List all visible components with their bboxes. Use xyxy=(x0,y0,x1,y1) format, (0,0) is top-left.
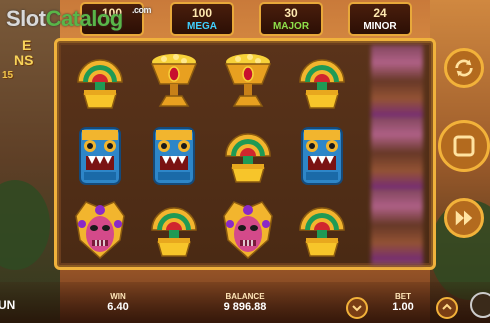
balance-display: BALANCE 9 896.88 xyxy=(205,292,285,313)
jackpot-mega: 100 MEGA xyxy=(170,2,234,36)
menu-button[interactable] xyxy=(470,292,490,318)
spinning-reel xyxy=(371,45,423,265)
balance-value: 9 896.88 xyxy=(223,301,267,313)
jackpot-minor: 24 MINOR xyxy=(348,2,412,36)
jackpot-major: 30 MAJOR xyxy=(259,2,323,36)
autoplay-button[interactable] xyxy=(444,48,484,88)
refresh-icon xyxy=(455,59,473,77)
green-fan-symbol xyxy=(215,121,281,191)
balance-label: BALANCE xyxy=(225,292,265,301)
jackpot-mega-value: 100 xyxy=(191,6,213,20)
game-title-line-3: 15 xyxy=(2,70,14,81)
chevron-up-icon xyxy=(442,303,452,310)
green-fan-symbol xyxy=(289,47,355,117)
bet-decrease-button[interactable] xyxy=(346,297,368,319)
jackpot-minor-value: 24 xyxy=(373,6,387,20)
win-value: 6.40 xyxy=(107,301,129,313)
watermark-part-2: Catalog xyxy=(45,6,124,31)
blue-mask-symbol xyxy=(141,121,207,191)
bet-value: 1.00 xyxy=(392,301,414,313)
blue-mask-symbol xyxy=(289,121,355,191)
jackpot-minor-label: MINOR xyxy=(363,21,397,32)
jackpot-major-label: MAJOR xyxy=(272,21,310,32)
treasure-chalice-symbol xyxy=(215,47,281,117)
reel-frame xyxy=(54,38,436,270)
game-title-line-1: E xyxy=(22,37,32,53)
win-display: WIN 6.40 xyxy=(98,292,138,313)
green-fan-symbol xyxy=(289,195,355,265)
win-label: WIN xyxy=(110,292,126,301)
slotcatalog-watermark: SlotCatalog .com xyxy=(6,5,152,32)
bet-label: BET xyxy=(395,292,411,301)
treasure-chalice-symbol xyxy=(141,47,207,117)
chevron-down-icon xyxy=(352,305,362,312)
watermark-part-1: Slot xyxy=(6,6,46,31)
bet-display: BET 1.00 xyxy=(380,292,426,313)
pink-mask-symbol xyxy=(215,195,281,265)
turbo-button[interactable] xyxy=(444,198,484,238)
reel-area xyxy=(61,45,429,265)
game-title-line-2: NS xyxy=(14,52,34,68)
jackpot-mega-label: MEGA xyxy=(187,21,217,32)
green-fan-symbol xyxy=(67,47,133,117)
blue-mask-symbol xyxy=(67,121,133,191)
pink-mask-symbol xyxy=(67,195,133,265)
game-title-logo: E NS 15 xyxy=(0,38,46,83)
stop-square-icon xyxy=(453,135,475,157)
bet-increase-button[interactable] xyxy=(436,297,458,319)
left-edge-label: UN xyxy=(0,298,16,312)
watermark-part-3: .com xyxy=(132,5,152,15)
jackpot-major-value: 30 xyxy=(284,6,298,20)
fast-forward-icon xyxy=(455,210,473,226)
green-fan-symbol xyxy=(141,195,207,265)
spin-button[interactable] xyxy=(438,120,490,172)
